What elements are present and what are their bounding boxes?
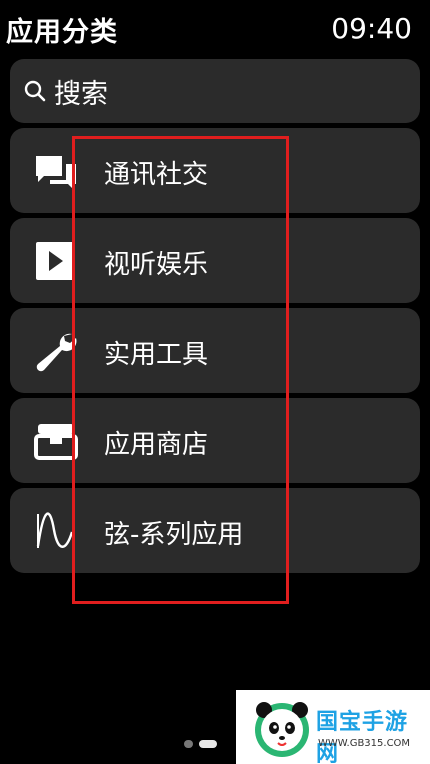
brand-name: 国宝手游网 <box>316 710 409 764</box>
wrench-icon <box>36 333 77 372</box>
page-indicator <box>184 740 217 750</box>
watermark: 国宝手游网 WWW.GB315.COM <box>236 690 430 764</box>
panda-logo-icon <box>255 702 309 757</box>
search-bar[interactable]: 搜索 <box>10 59 420 123</box>
category-label: 应用商店 <box>104 430 209 460</box>
category-item-xian[interactable]: 弦-系列应用 <box>10 488 420 573</box>
page-title: 应用分类 <box>6 17 118 48</box>
page-dot <box>184 740 193 748</box>
brand-url: WWW.GB315.COM <box>318 738 411 749</box>
category-item-store[interactable]: 应用商店 <box>10 398 420 483</box>
page-dot-active <box>199 740 217 748</box>
category-label: 实用工具 <box>104 340 209 370</box>
category-item-tools[interactable]: 实用工具 <box>10 308 420 393</box>
header: 应用分类 09:40 <box>0 0 430 56</box>
category-list: 通讯社交 视听娱乐 实用工具 应用商店 弦-系列应用 <box>10 128 420 578</box>
screen: 应用分类 09:40 搜索 通讯社交 视听娱乐 实用工具 应用商店 弦-系列应用… <box>0 0 430 764</box>
category-label: 通讯社交 <box>104 160 209 190</box>
search-icon <box>24 80 46 102</box>
category-label: 弦-系列应用 <box>104 520 244 550</box>
category-item-media[interactable]: 视听娱乐 <box>10 218 420 303</box>
chat-bubbles-icon <box>36 156 76 190</box>
search-label: 搜索 <box>54 78 108 110</box>
play-icon <box>36 242 74 280</box>
category-item-social[interactable]: 通讯社交 <box>10 128 420 213</box>
waveform-icon <box>36 512 74 548</box>
status-time: 09:40 <box>331 12 412 45</box>
store-box-icon <box>34 424 78 460</box>
category-label: 视听娱乐 <box>104 250 209 280</box>
